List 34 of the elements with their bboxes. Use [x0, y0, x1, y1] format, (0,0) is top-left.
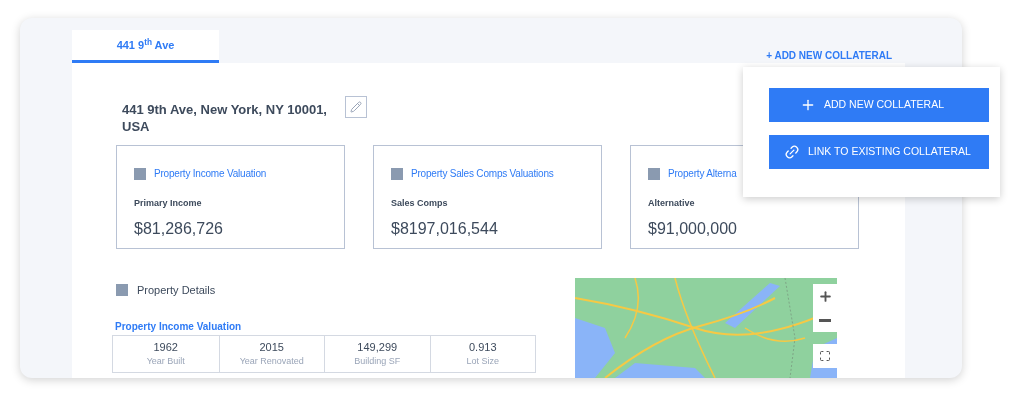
- valuation-title[interactable]: Property Sales Comps Valuations: [411, 166, 554, 181]
- square-icon: [391, 167, 403, 180]
- stat-value: 0.913: [469, 339, 497, 355]
- tab[interactable]: 441 9$^{th}$ Ave: [72, 30, 219, 63]
- square-icon: [134, 167, 146, 180]
- pencil-icon: [350, 101, 362, 113]
- property-address: 441 9th Ave, New York, NY 10001, USA: [122, 101, 328, 135]
- add-collateral-link[interactable]: + ADD NEW COLLATERAL: [766, 48, 892, 63]
- section-link[interactable]: Property Income Valuation: [112, 318, 536, 334]
- valuation-value: $91,000,000: [648, 218, 738, 239]
- valuation-value: $81,286,726: [134, 218, 224, 239]
- stat-value: 2015: [259, 339, 284, 355]
- menu-button[interactable]: LINK TO EXISTING COLLATERAL: [769, 135, 989, 169]
- valuation-label: Primary Income: [134, 197, 203, 210]
- stat-label: Year Built: [146, 355, 185, 368]
- minus-icon: [819, 318, 831, 322]
- stat-label: Year Renovated: [239, 355, 304, 368]
- menu-button[interactable]: ADD NEW COLLATERAL: [769, 88, 989, 122]
- valuation-title[interactable]: Property Alterna: [668, 166, 737, 181]
- valuation-label: Sales Comps: [391, 197, 449, 210]
- plus-icon: [817, 288, 833, 304]
- fullscreen-button[interactable]: [813, 344, 837, 368]
- fullscreen-icon: [819, 350, 831, 362]
- stat-value: 1962: [153, 339, 178, 355]
- stat-value: 149,299: [357, 339, 398, 355]
- valuation-label: Alternative: [648, 197, 696, 210]
- square-icon: [648, 167, 660, 180]
- valuation-title[interactable]: Property Income Valuation: [154, 166, 267, 181]
- stat-label: Building SF: [354, 355, 401, 368]
- plus-icon: [800, 97, 816, 113]
- stat-label: Lot Size: [466, 355, 499, 368]
- section-title: Property Details: [137, 283, 216, 298]
- square-icon: [116, 284, 128, 297]
- valuation-value: $8197,016,544: [391, 218, 499, 239]
